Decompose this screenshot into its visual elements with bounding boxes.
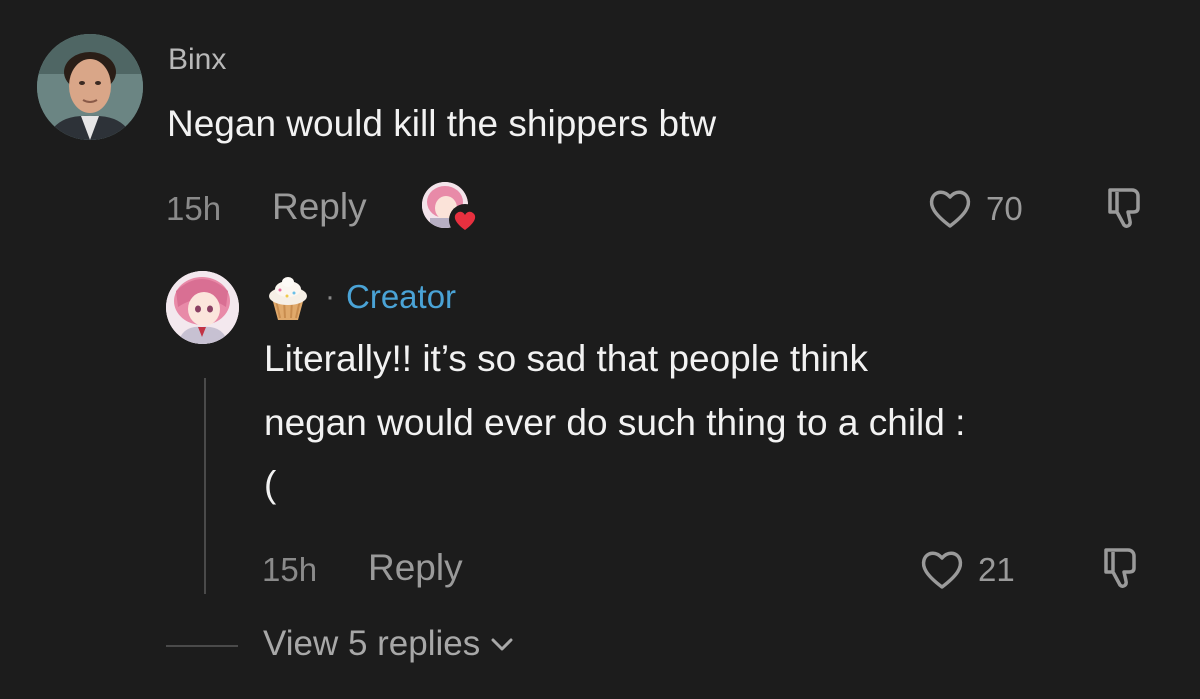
reply-text-line-2: negan would ever do such thing to a chil… — [264, 402, 966, 443]
comment-timestamp: 15h — [166, 190, 222, 227]
heart-filled-icon — [449, 204, 481, 236]
comment-text: Negan would kill the shippers btw — [167, 103, 717, 144]
dislike-icon[interactable] — [1100, 184, 1148, 232]
creator-badge: Creator — [346, 278, 457, 315]
reply-text-line-1: Literally!! it’s so sad that people thin… — [264, 338, 868, 379]
comment-reply-button[interactable]: Reply — [272, 186, 367, 228]
comment-like-count: 70 — [986, 190, 1023, 227]
heart-outline-icon[interactable] — [918, 547, 966, 591]
view-replies-divider — [166, 645, 238, 647]
heart-outline-icon[interactable] — [926, 186, 974, 230]
reply-author-emoji[interactable]: 🧁 — [266, 276, 310, 322]
view-replies-button[interactable]: View 5 replies — [263, 624, 514, 664]
reply-separator: · — [325, 280, 335, 313]
reply-like-count: 21 — [978, 551, 1015, 588]
reply-text-line-3: ( — [264, 464, 277, 505]
creator-liked-badge — [422, 180, 482, 236]
reply-avatar-image — [166, 271, 239, 344]
commenter-avatar-image — [37, 34, 143, 140]
comment-author[interactable]: Binx — [168, 43, 226, 77]
dislike-icon[interactable] — [1096, 544, 1144, 592]
reply-avatar[interactable] — [166, 271, 239, 344]
thread-line — [204, 378, 206, 594]
view-replies-label: View 5 replies — [263, 624, 481, 663]
reply-timestamp: 15h — [262, 551, 318, 588]
commenter-avatar[interactable] — [37, 34, 143, 140]
chevron-down-icon — [491, 638, 513, 651]
reply-reply-button[interactable]: Reply — [368, 547, 463, 589]
